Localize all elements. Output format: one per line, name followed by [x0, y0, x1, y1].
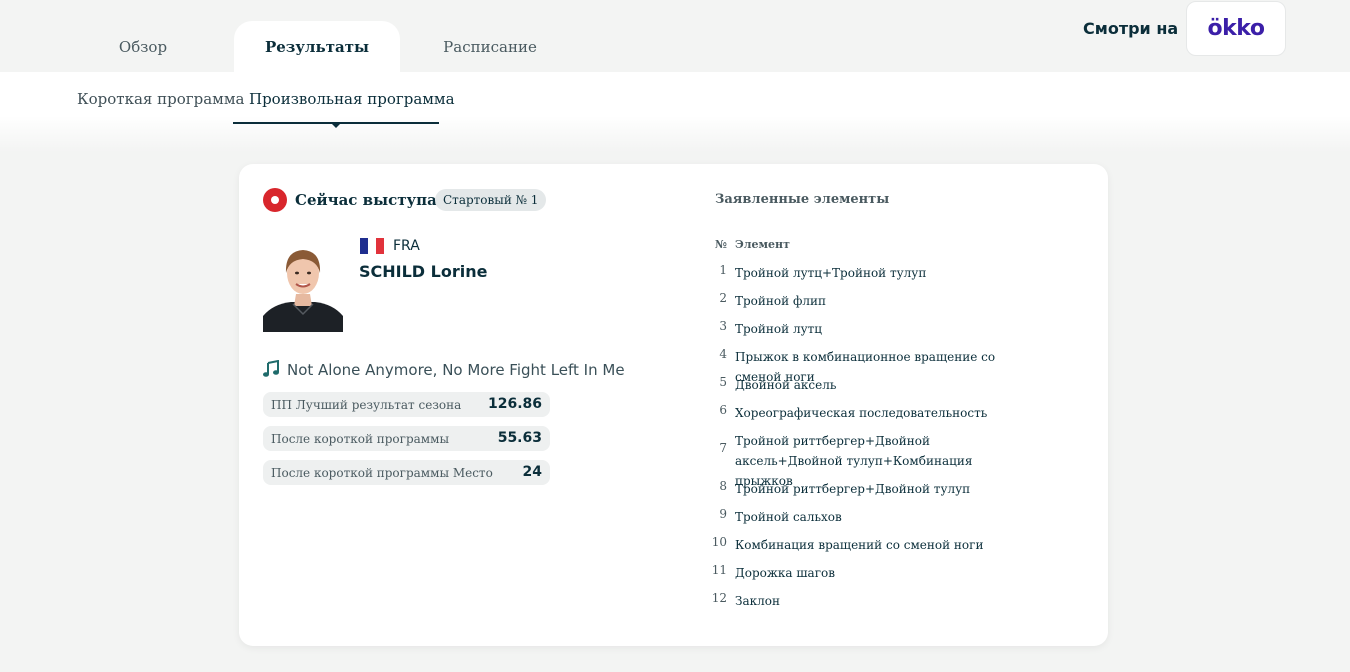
- element-number: 1: [719, 263, 727, 277]
- subtab-free-program[interactable]: Произвольная программа: [249, 90, 455, 108]
- stat-value: 55.63: [497, 430, 542, 446]
- stat-after-short-place: После короткой программы Место 24: [263, 460, 550, 485]
- stat-value: 24: [522, 464, 542, 480]
- element-number: 8: [719, 479, 727, 493]
- element-name: Тройной флип: [735, 294, 826, 308]
- elements-column-number: №: [715, 238, 727, 251]
- active-subtab-caret: [331, 123, 341, 128]
- now-performing-card: Сейчас выступает Стартовый № 1 FRA SCHIL…: [239, 164, 1108, 646]
- element-name: Тройной лутц: [735, 322, 822, 336]
- subtab-short-program[interactable]: Короткая программа: [77, 90, 244, 108]
- live-record-icon: [263, 188, 287, 212]
- element-name: Хореографическая последовательность: [735, 406, 988, 420]
- element-name: Тройной лутц+Тройной тулуп: [735, 266, 927, 280]
- element-name: Заклон: [735, 594, 780, 608]
- athlete-country: FRA: [393, 238, 420, 254]
- element-number: 12: [711, 591, 727, 605]
- element-number: 5: [719, 375, 727, 389]
- element-name: Тройной риттбергер+Двойной тулуп: [735, 482, 971, 496]
- element-name: Дорожка шагов: [735, 566, 835, 580]
- element-number: 4: [719, 347, 727, 361]
- element-number: 7: [719, 441, 727, 455]
- athlete-photo: [263, 240, 343, 332]
- stat-label: ПП Лучший результат сезона: [271, 398, 462, 412]
- start-number-badge: Стартовый № 1: [435, 189, 547, 211]
- element-number: 10: [711, 535, 727, 549]
- stat-season-best: ПП Лучший результат сезона 126.86: [263, 392, 550, 417]
- tab-schedule[interactable]: Расписание: [420, 21, 560, 72]
- element-name: Комбинация вращений со сменой ноги: [735, 538, 984, 552]
- athlete-name: SCHILD Lorine: [359, 262, 488, 281]
- element-name: Двойной аксель: [735, 378, 837, 392]
- okko-link[interactable]: ökko: [1186, 1, 1286, 56]
- element-number: 6: [719, 403, 727, 417]
- element-number: 11: [711, 563, 727, 577]
- stat-label: После короткой программы Место: [271, 466, 493, 480]
- stat-value: 126.86: [487, 396, 542, 412]
- music-note-icon: [263, 360, 279, 377]
- now-performing-label: Сейчас выступает: [295, 191, 456, 209]
- tab-results[interactable]: Результаты: [234, 21, 400, 72]
- tab-overview[interactable]: Обзор: [85, 21, 201, 72]
- element-name: Тройной сальхов: [735, 510, 842, 524]
- elements-column-name: Элемент: [735, 238, 790, 251]
- watch-on-label: Смотри на: [1083, 19, 1179, 38]
- planned-elements-title: Заявленные элементы: [715, 192, 890, 207]
- music-title: Not Alone Anymore, No More Fight Left In…: [287, 361, 625, 379]
- element-number: 3: [719, 319, 727, 333]
- stat-label: После короткой программы: [271, 432, 450, 446]
- top-navigation: Обзор Результаты Расписание Смотри на ök…: [0, 0, 1350, 72]
- element-number: 9: [719, 507, 727, 521]
- program-subnav: Короткая программа Произвольная программ…: [0, 72, 1350, 152]
- okko-logo: ökko: [1207, 16, 1265, 41]
- stat-after-short: После короткой программы 55.63: [263, 426, 550, 451]
- france-flag-icon: [360, 238, 384, 254]
- element-number: 2: [719, 291, 727, 305]
